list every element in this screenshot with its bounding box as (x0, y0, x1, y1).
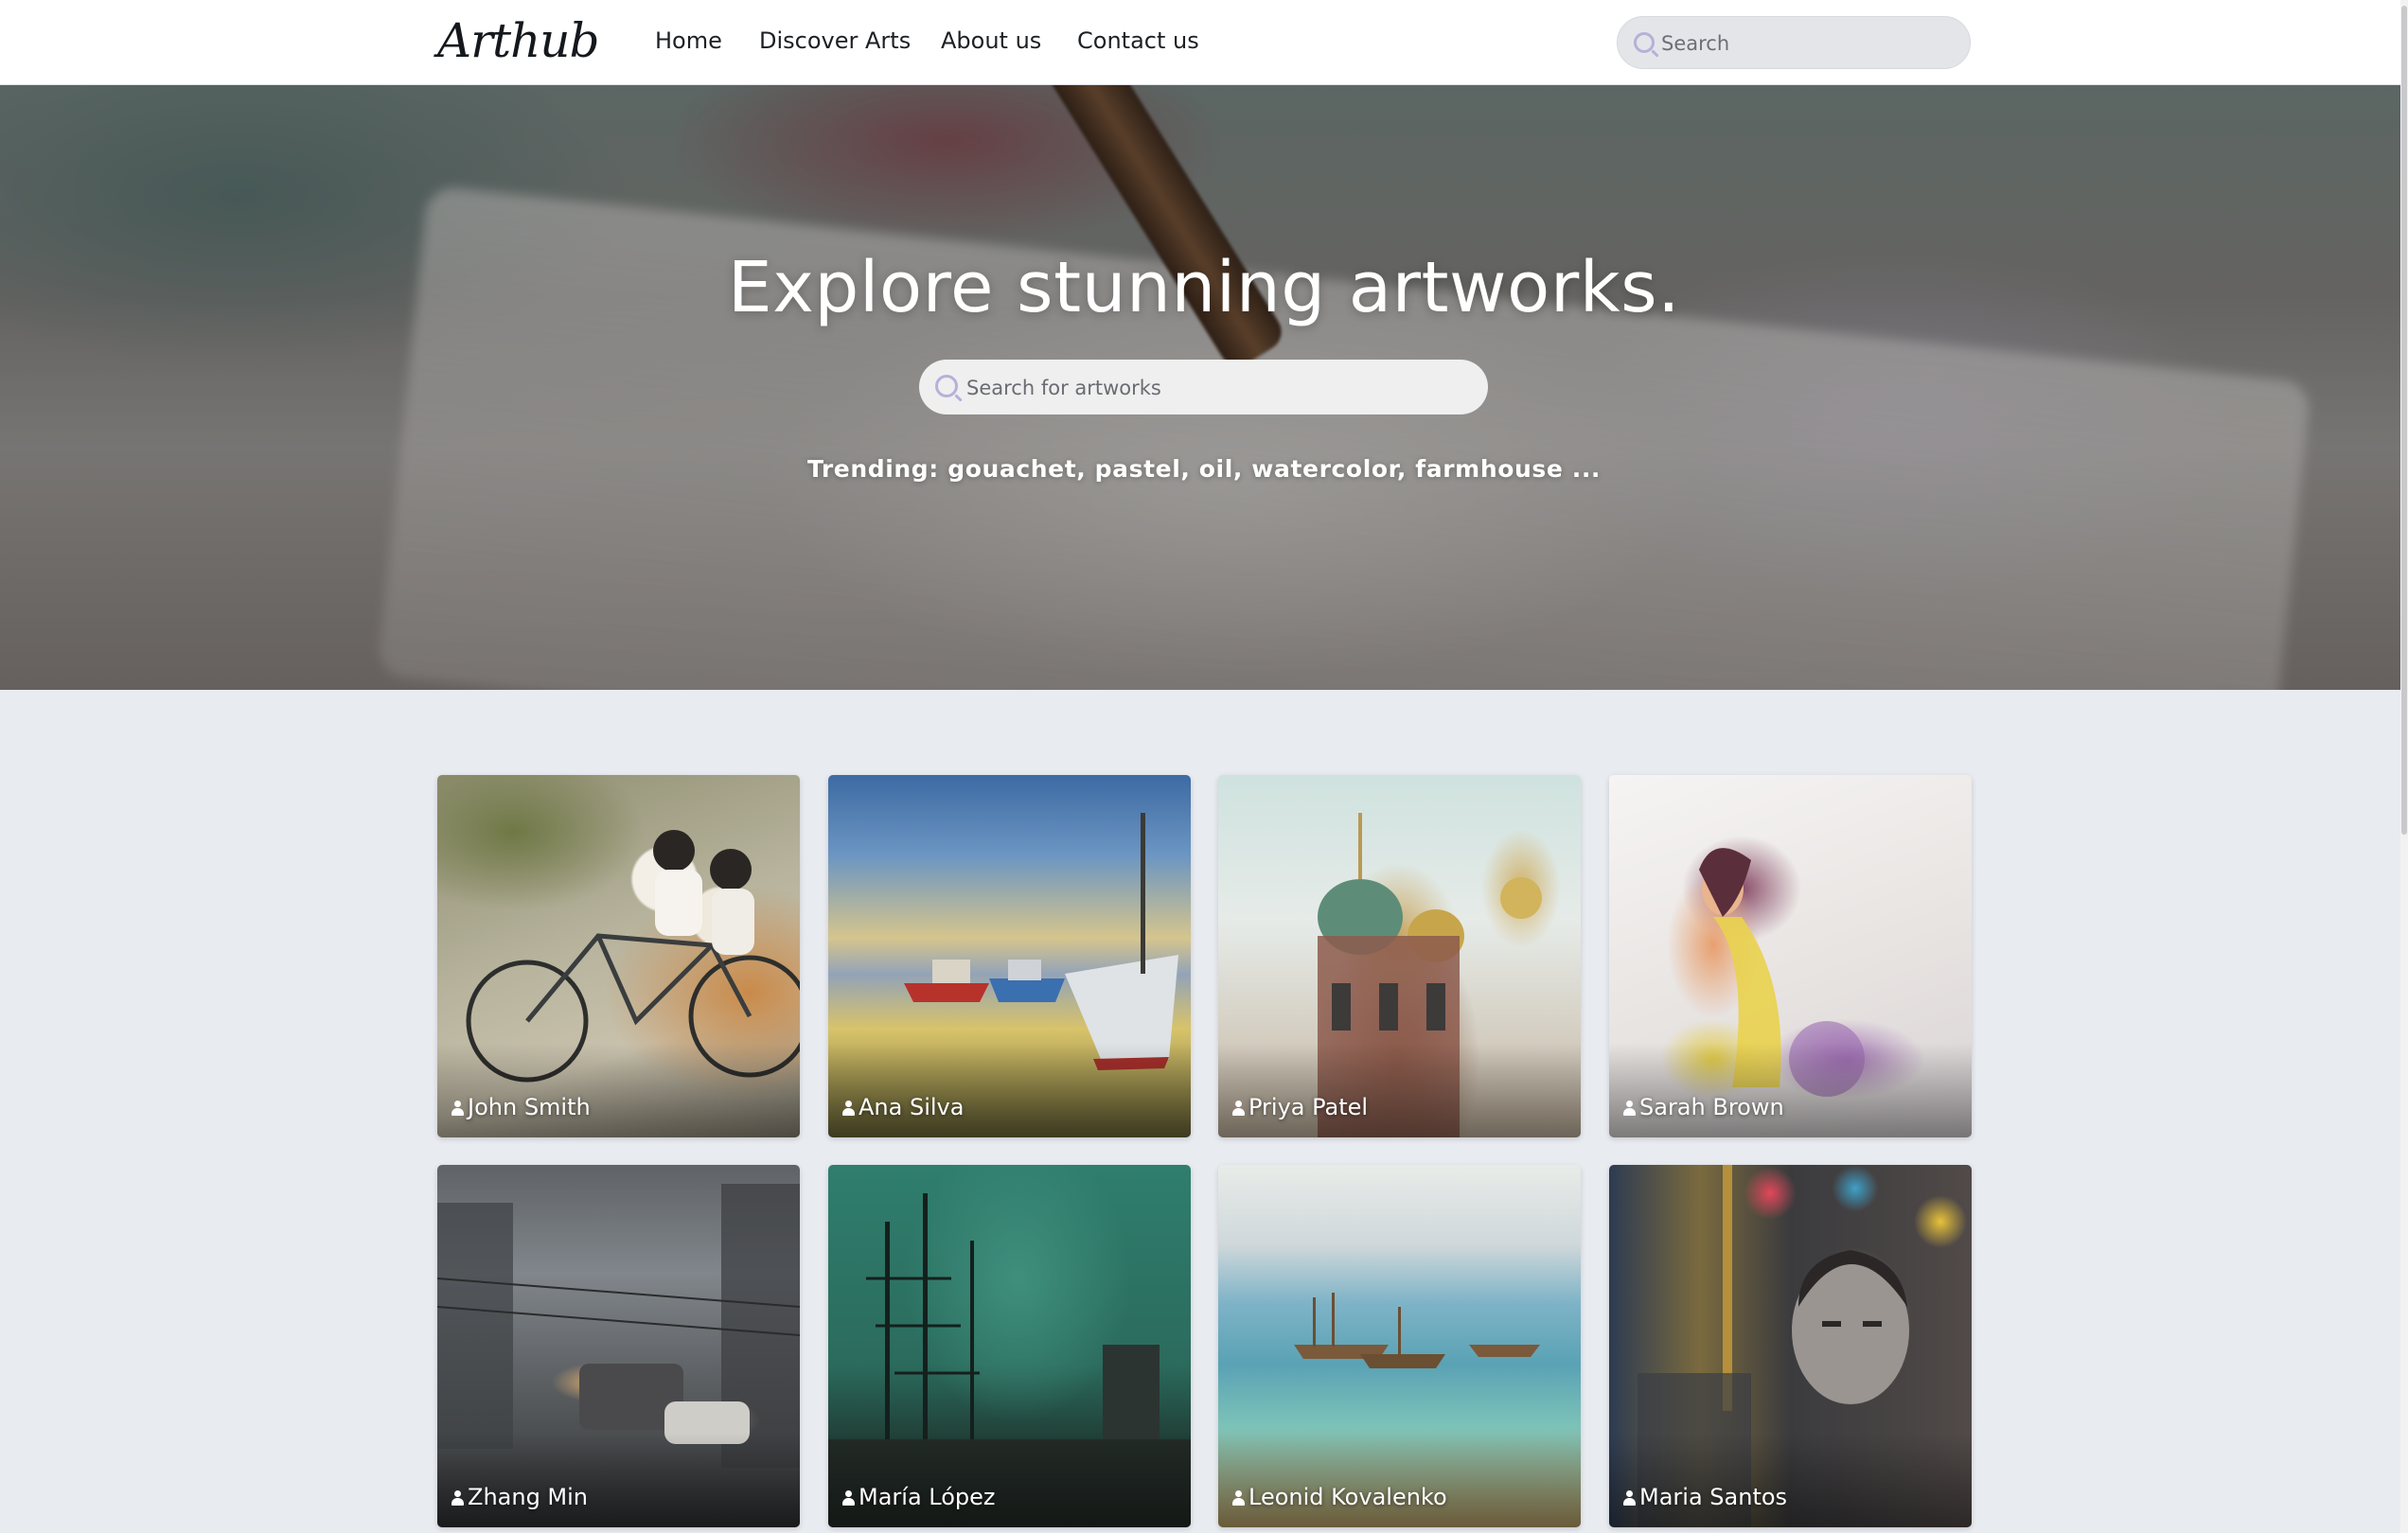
person-icon (842, 1101, 855, 1116)
nav-contact-us-link[interactable]: Contact us (1077, 27, 1199, 54)
artwork-card[interactable]: Sarah Brown (1609, 775, 1972, 1137)
search-icon (1634, 32, 1655, 53)
artist-name-text: Leonid Kovalenko (1248, 1484, 1447, 1510)
trending-tags[interactable]: Trending: gouachet, pastel, oil, waterco… (0, 455, 2408, 483)
artist-name-text: Zhang Min (468, 1484, 589, 1510)
artist-name: Maria Santos (1623, 1484, 1787, 1510)
caption-gradient (1609, 1433, 1972, 1527)
caption-gradient (1218, 1433, 1581, 1527)
artwork-card[interactable]: Maria Santos (1609, 1165, 1972, 1527)
header-search-input[interactable] (1659, 17, 1956, 70)
person-icon (1623, 1101, 1636, 1116)
artist-name: Priya Patel (1232, 1094, 1368, 1120)
hero-search-box[interactable] (919, 360, 1488, 416)
artwork-card[interactable]: Zhang Min (437, 1165, 800, 1527)
artist-name-text: María López (859, 1484, 996, 1510)
nav-about-us-link[interactable]: About us (941, 27, 1041, 54)
artwork-card[interactable]: Ana Silva (828, 775, 1191, 1137)
caption-gradient (437, 1043, 800, 1137)
artist-name-text: Priya Patel (1248, 1094, 1369, 1120)
artist-name-text: John Smith (468, 1094, 591, 1120)
header-search-box[interactable] (1617, 16, 1971, 70)
artist-name-text: Sarah Brown (1639, 1094, 1784, 1120)
artwork-card[interactable]: John Smith (437, 775, 800, 1137)
artist-name-text: Maria Santos (1639, 1484, 1788, 1510)
artist-name: Ana Silva (842, 1094, 964, 1120)
search-icon (935, 375, 958, 397)
artwork-card[interactable]: Priya Patel (1218, 775, 1581, 1137)
hero-search-input[interactable] (965, 360, 1470, 416)
artwork-card[interactable]: Leonid Kovalenko (1218, 1165, 1581, 1527)
artist-name: Leonid Kovalenko (1232, 1484, 1447, 1510)
artist-name-text: Ana Silva (859, 1094, 965, 1120)
caption-gradient (1218, 1043, 1581, 1137)
site-logo[interactable]: Arthub (437, 13, 600, 68)
caption-gradient (828, 1433, 1191, 1527)
artist-name: María López (842, 1484, 996, 1510)
person-icon (842, 1490, 855, 1506)
artist-name: Sarah Brown (1623, 1094, 1784, 1120)
scrollbar-thumb[interactable] (2401, 6, 2407, 835)
hero-banner: Explore stunning artworks. Trending: gou… (0, 84, 2408, 690)
person-icon (452, 1490, 464, 1506)
caption-gradient (1609, 1043, 1972, 1137)
hero-title: Explore stunning artworks. (727, 247, 1681, 328)
page-scrollbar[interactable] (2400, 0, 2408, 1533)
nav-home-link[interactable]: Home (655, 27, 722, 54)
caption-gradient (437, 1433, 800, 1527)
top-navbar: Arthub Home Discover Arts About us Conta… (0, 0, 2408, 85)
artwork-card[interactable]: María López (828, 1165, 1191, 1527)
artist-name: John Smith (452, 1094, 591, 1120)
person-icon (452, 1101, 464, 1116)
person-icon (1623, 1490, 1636, 1506)
artist-name: Zhang Min (452, 1484, 588, 1510)
person-icon (1232, 1490, 1245, 1506)
person-icon (1232, 1101, 1245, 1116)
nav-discover-arts-link[interactable]: Discover Arts (759, 27, 911, 54)
caption-gradient (828, 1043, 1191, 1137)
